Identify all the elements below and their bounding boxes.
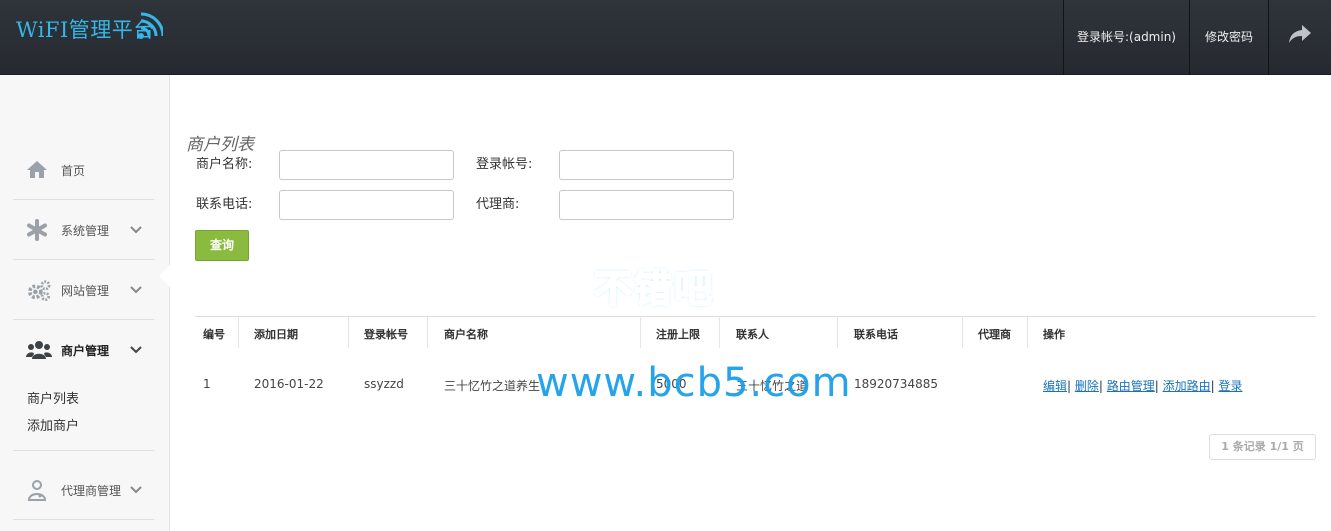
cell-account: ssyzzd bbox=[364, 377, 404, 391]
gears-icon bbox=[27, 280, 51, 301]
sidebar-item-label: 网站管理 bbox=[61, 284, 110, 298]
active-nav-indicator bbox=[159, 265, 170, 287]
column-divider bbox=[640, 316, 641, 348]
cell-name: 三十忆竹之道养生 bbox=[444, 379, 541, 393]
login-account-input[interactable] bbox=[559, 150, 734, 180]
column-divider bbox=[1027, 316, 1028, 348]
merchant-name-label: 商户名称: bbox=[196, 157, 253, 172]
edit-link[interactable]: 编辑 bbox=[1043, 379, 1067, 393]
pagination-info: 1 条记录 1/1 页 bbox=[1209, 434, 1316, 460]
login-link[interactable]: 登录 bbox=[1219, 379, 1243, 393]
agent-input[interactable] bbox=[559, 190, 734, 220]
merchant-name-input[interactable] bbox=[279, 150, 454, 180]
asterisk-icon bbox=[27, 219, 47, 241]
cell-date: 2016-01-22 bbox=[254, 377, 324, 391]
wifi-signal-icon bbox=[138, 12, 163, 39]
column-header-account: 登录帐号 bbox=[364, 328, 408, 341]
column-divider bbox=[837, 316, 838, 348]
chevron-down-icon bbox=[130, 226, 142, 234]
sidebar-item-label: 系统管理 bbox=[61, 224, 110, 238]
chevron-down-icon bbox=[130, 346, 142, 354]
phone-label: 联系电话: bbox=[196, 197, 253, 212]
users-icon bbox=[26, 341, 52, 359]
sidebar-item-merchant[interactable]: 商户管理 bbox=[13, 320, 154, 380]
column-divider bbox=[348, 316, 349, 348]
user-md-icon bbox=[27, 480, 47, 501]
phone-input[interactable] bbox=[279, 190, 454, 220]
chevron-down-icon bbox=[130, 286, 142, 294]
divider bbox=[13, 450, 154, 451]
column-header-id: 编号 bbox=[203, 328, 225, 341]
user-account-link[interactable]: 登录帐号:(admin) bbox=[1063, 0, 1189, 75]
agent-label: 代理商: bbox=[476, 197, 520, 212]
share-arrow-icon bbox=[1289, 25, 1311, 43]
column-header-agent: 代理商 bbox=[978, 328, 1011, 341]
cell-id: 1 bbox=[203, 377, 211, 391]
sidebar-item-agent[interactable]: 代理商管理 bbox=[13, 460, 154, 520]
sidebar-item-label: 商户管理 bbox=[61, 344, 110, 358]
query-button[interactable]: 查询 bbox=[195, 230, 249, 261]
submenu-item-merchant-list[interactable]: 商户列表 bbox=[27, 388, 79, 407]
login-account-label: 登录帐号: bbox=[476, 157, 533, 172]
change-password-link[interactable]: 修改密码 bbox=[1189, 0, 1268, 75]
column-divider bbox=[427, 316, 428, 348]
submenu-item-add-merchant[interactable]: 添加商户 bbox=[27, 415, 79, 434]
add-route-link[interactable]: 添加路由 bbox=[1163, 379, 1211, 393]
sidebar-item-label: 首页 bbox=[61, 164, 86, 178]
sidebar-item-website[interactable]: 网站管理 bbox=[13, 260, 154, 320]
column-divider bbox=[238, 316, 239, 348]
column-header-date: 添加日期 bbox=[254, 328, 298, 341]
watermark-text: 不错吧 bbox=[593, 266, 715, 312]
table-header-border bbox=[195, 316, 1316, 317]
logout-button[interactable] bbox=[1268, 0, 1331, 75]
sidebar-item-home[interactable]: 首页 bbox=[13, 140, 154, 200]
watermark-url: www.bcb5.com bbox=[536, 360, 852, 406]
column-header-contact: 联系人 bbox=[736, 328, 769, 341]
column-divider bbox=[962, 316, 963, 348]
top-header: WiFI管理平台 登录帐号:(admin) 修改密码 bbox=[0, 0, 1331, 75]
cell-actions: 编辑| 删除| 路由管理| 添加路由| 登录 bbox=[1043, 379, 1243, 393]
cell-phone: 18920734885 bbox=[854, 377, 938, 391]
sidebar-item-system[interactable]: 系统管理 bbox=[13, 200, 154, 260]
chevron-down-icon bbox=[130, 486, 142, 494]
route-manage-link[interactable]: 路由管理 bbox=[1107, 379, 1155, 393]
delete-link[interactable]: 删除 bbox=[1075, 379, 1099, 393]
page-title: 商户列表 bbox=[186, 135, 254, 155]
sidebar-item-label: 代理商管理 bbox=[61, 484, 122, 498]
column-header-actions: 操作 bbox=[1043, 328, 1065, 341]
column-header-phone: 联系电话 bbox=[854, 328, 898, 341]
home-icon bbox=[27, 161, 47, 178]
column-divider bbox=[719, 316, 720, 348]
column-header-limit: 注册上限 bbox=[656, 328, 700, 341]
column-header-name: 商户名称 bbox=[444, 328, 488, 341]
app-logo[interactable]: WiFI管理平台 bbox=[16, 14, 155, 44]
